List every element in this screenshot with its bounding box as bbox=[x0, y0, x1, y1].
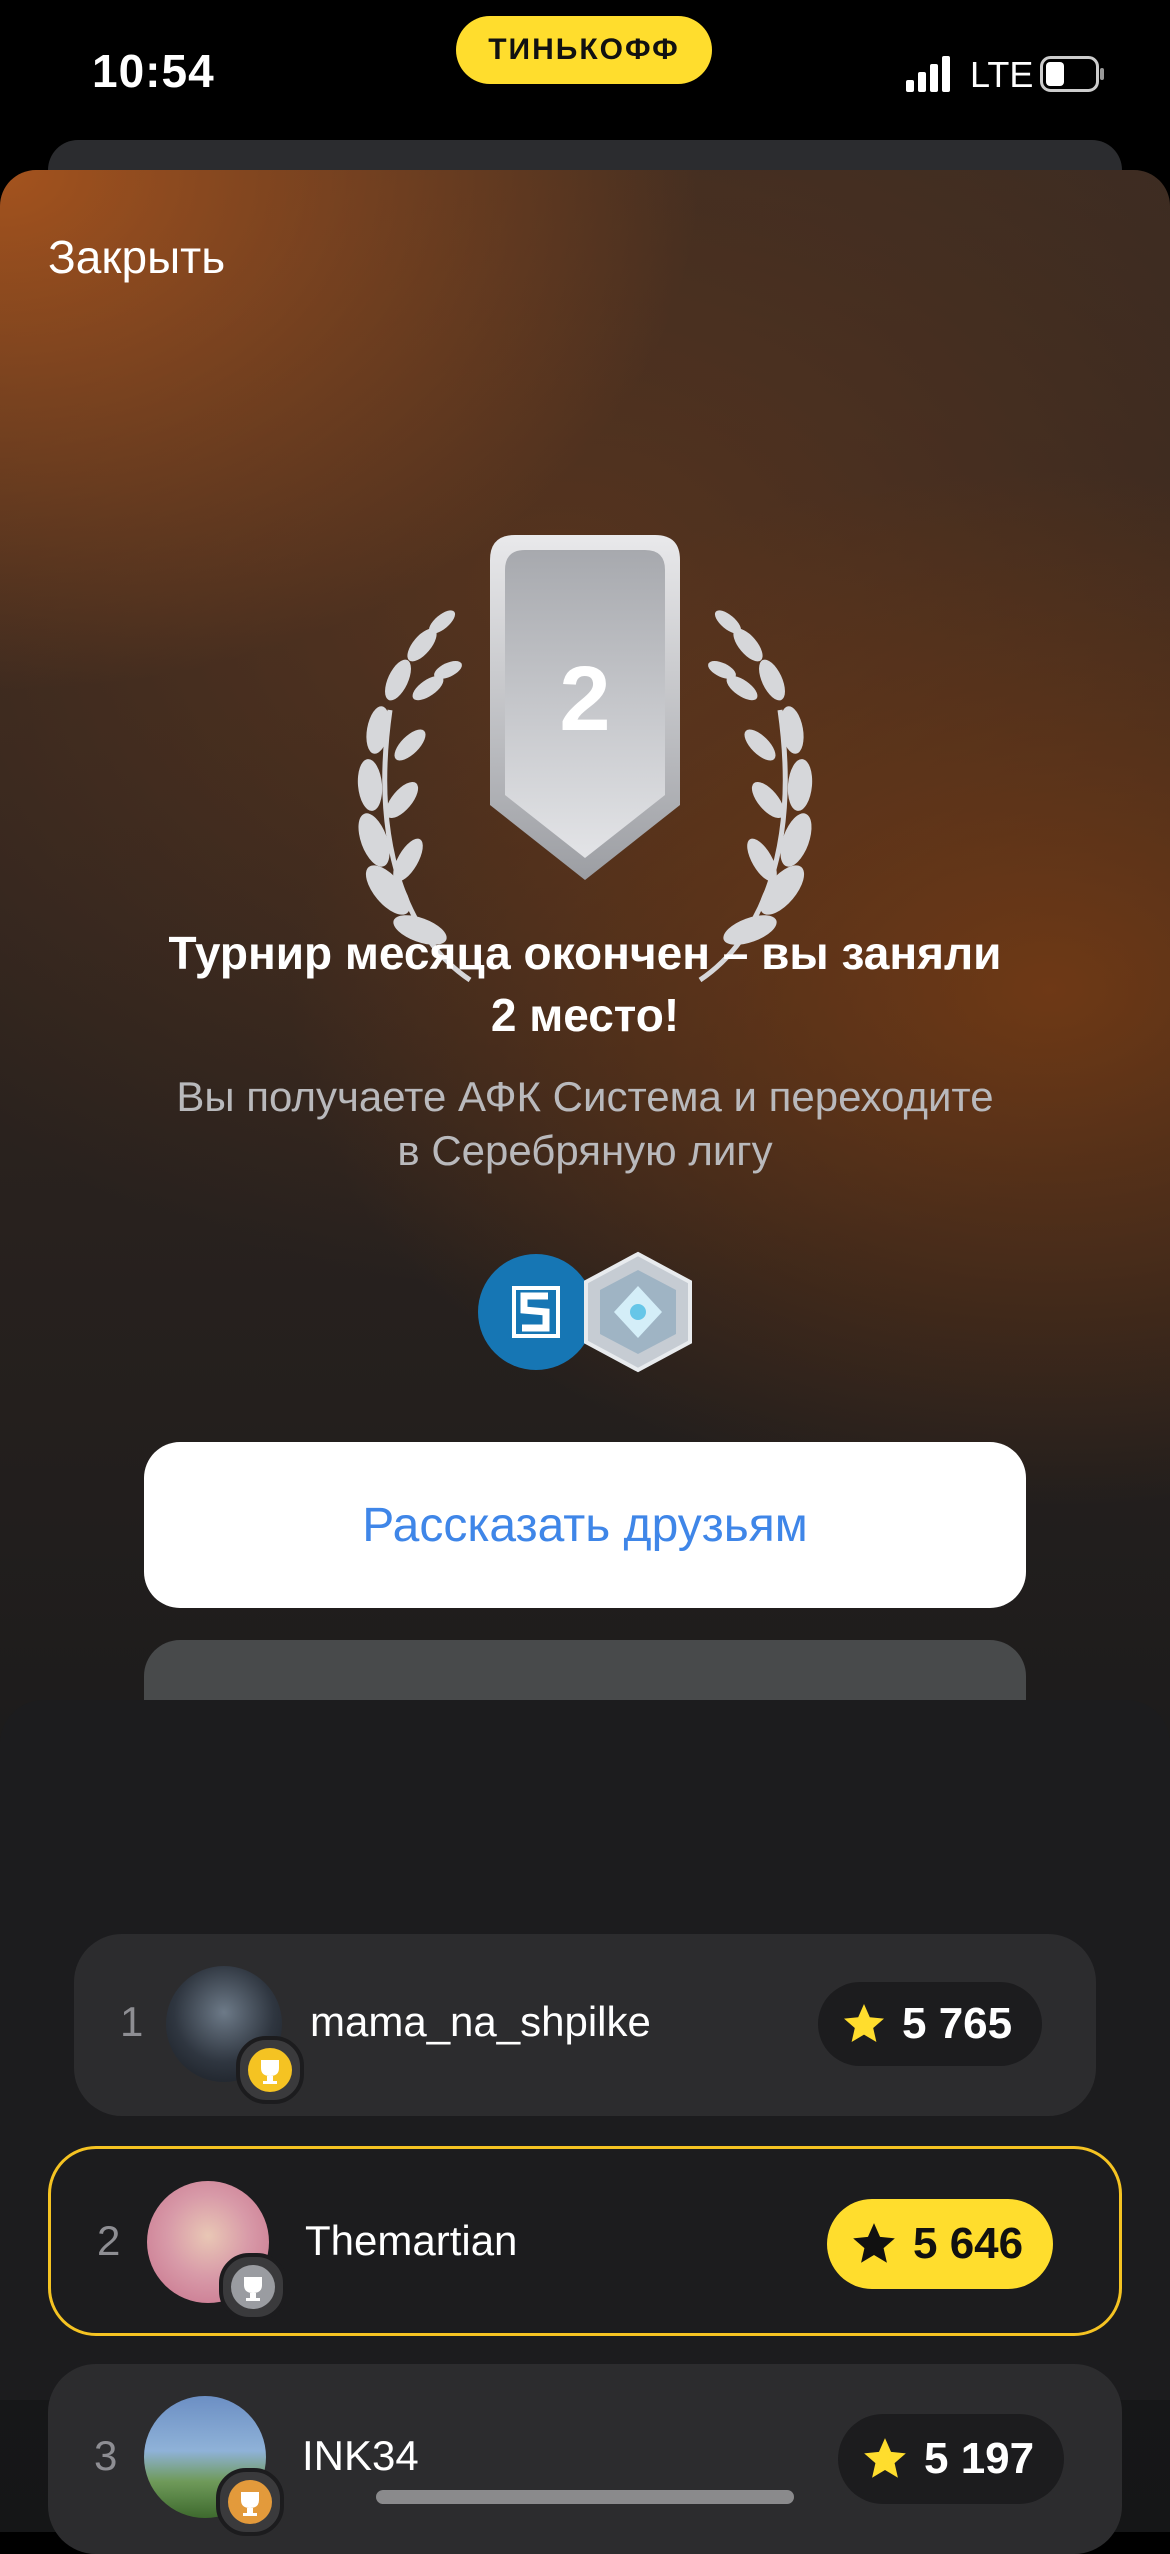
rank-number: 3 bbox=[94, 2432, 118, 2479]
silver-league-badge-icon bbox=[584, 1251, 692, 1373]
avatar bbox=[147, 2181, 287, 2321]
trophy-icon bbox=[236, 2036, 304, 2104]
star-icon bbox=[853, 2223, 895, 2263]
leaderboard: 1 mama_na_shpilke 5 765 2 Themartian 5 6… bbox=[0, 1700, 1170, 2554]
avatar bbox=[166, 1966, 304, 2104]
username: mama_na_shpilke bbox=[310, 1998, 651, 2045]
rank-number: 2 bbox=[97, 2217, 121, 2264]
network-label: LTE bbox=[970, 54, 1034, 95]
score-badge: 5 765 bbox=[818, 1982, 1043, 2066]
leaderboard-row[interactable]: 1 mama_na_shpilke 5 765 bbox=[74, 1934, 1096, 2116]
score-value: 5 197 bbox=[924, 2434, 1035, 2483]
battery-icon bbox=[1040, 56, 1104, 92]
afk-sistema-logo-icon bbox=[478, 1254, 594, 1370]
share-with-friends-button[interactable]: Рассказать друзьям bbox=[144, 1442, 1026, 1608]
username: Themartian bbox=[305, 2217, 518, 2264]
prize-row bbox=[478, 1250, 692, 1374]
rank-number: 1 bbox=[120, 1998, 144, 2045]
place-number: 2 bbox=[559, 648, 610, 750]
trophy-icon bbox=[216, 2468, 284, 2536]
avatar bbox=[144, 2396, 284, 2536]
score-badge: 5 197 bbox=[838, 2414, 1065, 2504]
star-icon bbox=[844, 2004, 884, 2042]
leaderboard-row[interactable]: 3 INK34 5 197 bbox=[48, 2364, 1122, 2554]
result-title: Турнир месяца окончен – вы заняли 2 мест… bbox=[168, 927, 1002, 1041]
laurel-shield-icon: 2 bbox=[357, 535, 813, 983]
status-bar: 10:54 ТИНЬКОФФ LTE bbox=[0, 0, 1170, 150]
score-value: 5 765 bbox=[902, 1999, 1013, 2048]
home-indicator[interactable] bbox=[376, 2490, 794, 2504]
status-time: 10:54 bbox=[92, 45, 215, 97]
result-subtitle: Вы получаете АФК Система и переходите в … bbox=[176, 1073, 994, 1174]
brand-pill: ТИНЬКОФФ bbox=[456, 16, 712, 84]
star-icon bbox=[864, 2438, 906, 2478]
score-value: 5 646 bbox=[913, 2219, 1024, 2268]
leaderboard-row-current-user[interactable]: 2 Themartian 5 646 bbox=[48, 2146, 1122, 2336]
score-badge: 5 646 bbox=[827, 2199, 1054, 2289]
trophy-icon bbox=[219, 2253, 287, 2321]
username: INK34 bbox=[302, 2432, 419, 2479]
signal-icon bbox=[906, 56, 950, 92]
close-button[interactable]: Закрыть bbox=[48, 230, 225, 284]
